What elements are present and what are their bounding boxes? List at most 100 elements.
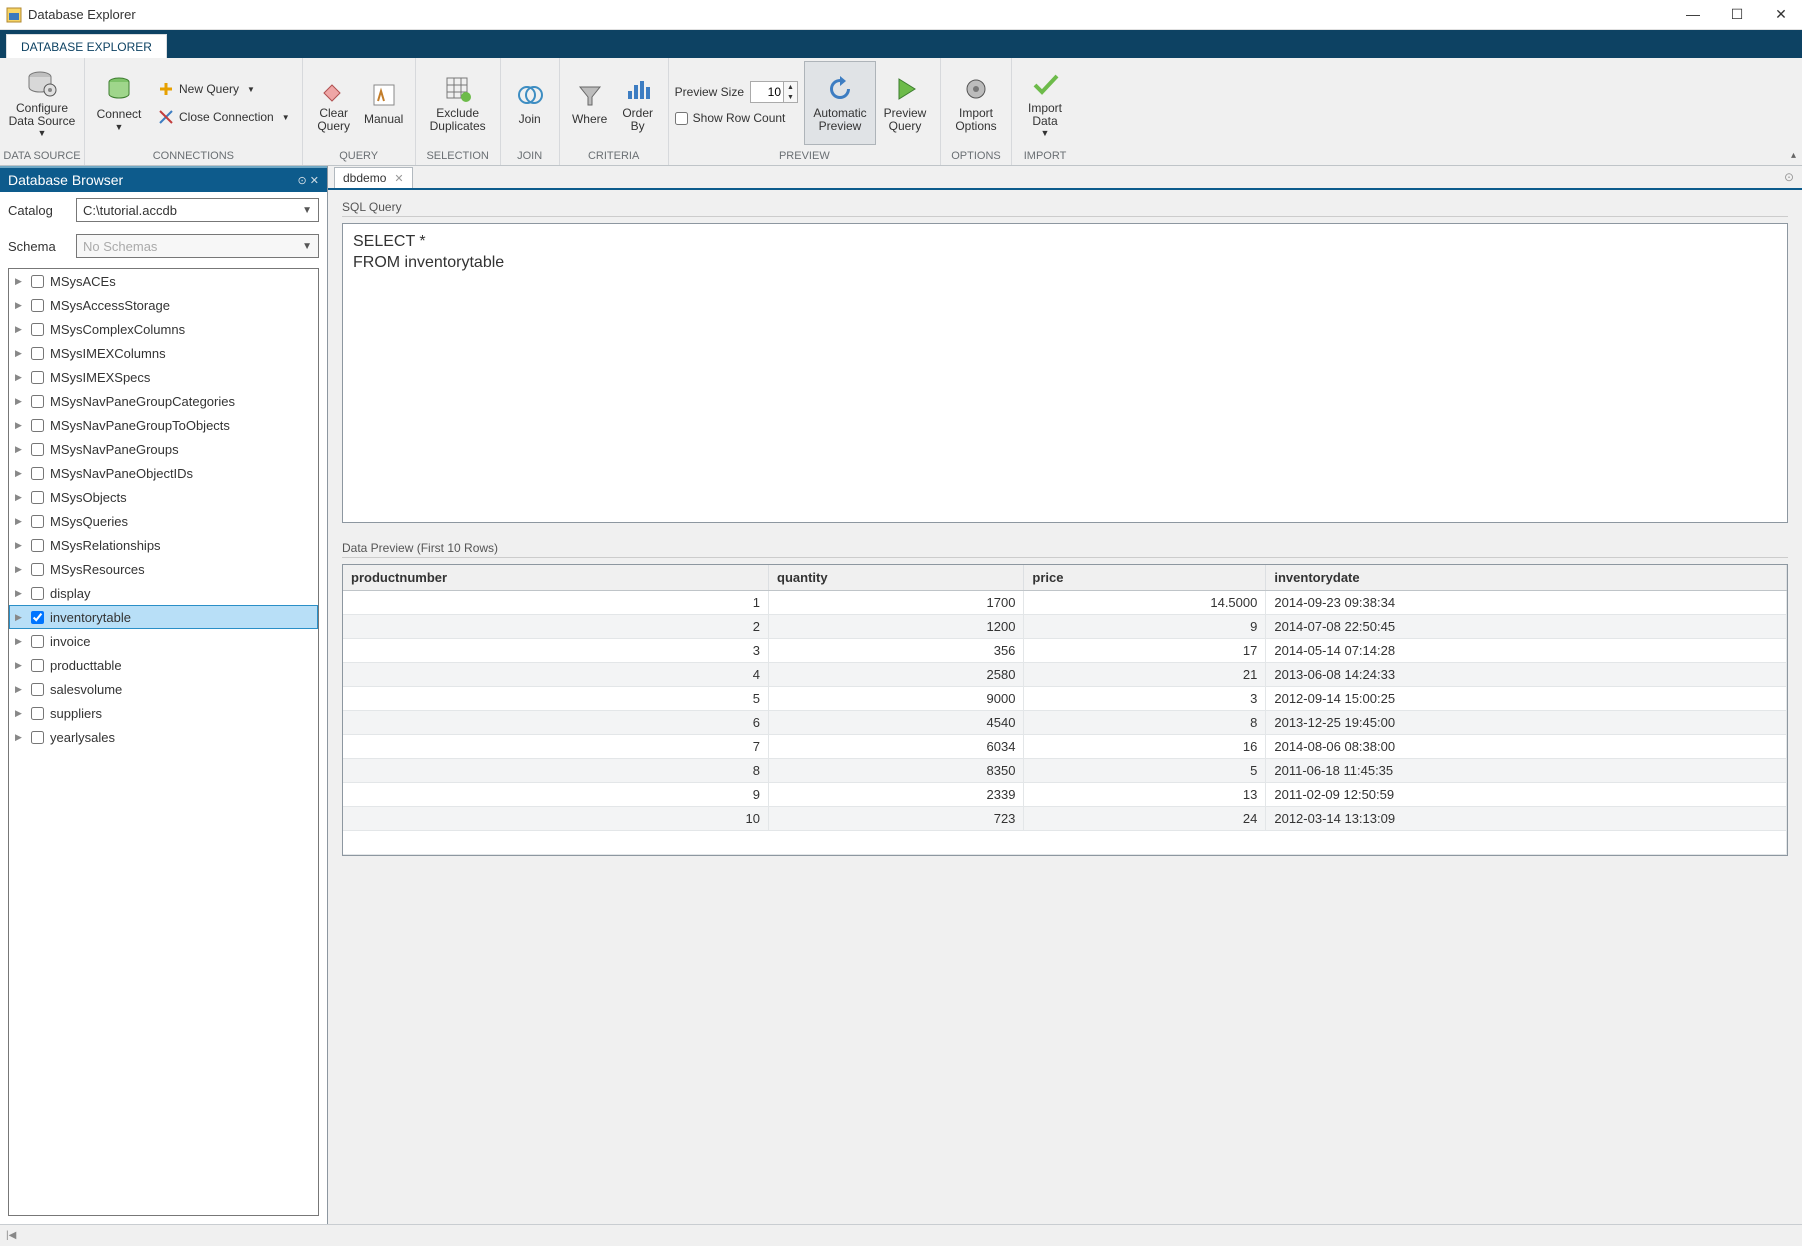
tab-options-icon[interactable]: ⊙ [1784,170,1794,184]
spinner-up-icon[interactable]: ▲ [784,82,797,92]
tree-item-checkbox[interactable] [31,371,44,384]
column-header-productnumber[interactable]: productnumber [343,565,769,591]
cell-inventorydate: 2011-02-09 12:50:59 [1266,783,1787,807]
close-connection-button[interactable]: Close Connection ▼ [151,105,296,129]
preview-query-button[interactable]: Preview Query [876,61,934,145]
tree-item-checkbox[interactable] [31,467,44,480]
tree-item-msysaces[interactable]: ▶MSysACEs [9,269,318,293]
tree-item-checkbox[interactable] [31,419,44,432]
show-row-count-checkbox[interactable]: Show Row Count [675,111,798,125]
tree-item-checkbox[interactable] [31,491,44,504]
tree-item-checkbox[interactable] [31,539,44,552]
table-row[interactable]: 10723242012-03-14 13:13:09 [343,807,1787,831]
tree-item-suppliers[interactable]: ▶suppliers [9,701,318,725]
tree-item-msysnavpanegroupcategories[interactable]: ▶ MSysNavPaneGroupCategories [9,389,318,413]
tree-item-checkbox[interactable] [31,563,44,576]
column-header-quantity[interactable]: quantity [769,565,1024,591]
connect-button[interactable]: Connect ▼ [91,61,147,145]
table-tree[interactable]: ▶MSysACEs▶MSysAccessStorage▶MSysComplexC… [8,268,319,1216]
sql-editor[interactable]: SELECT * FROM inventorytable [342,223,1788,523]
close-button[interactable]: ✕ [1768,6,1794,23]
tree-item-inventorytable[interactable]: ▶inventorytable [9,605,318,629]
chevron-right-icon: ▶ [15,396,25,407]
tree-item-label: salesvolume [50,682,122,697]
tree-item-checkbox[interactable] [31,275,44,288]
ribbon-tab-database-explorer[interactable]: DATABASE EXPLORER [6,34,167,59]
tree-item-display[interactable]: ▶display [9,581,318,605]
table-row[interactable]: 3356172014-05-14 07:14:28 [343,639,1787,663]
tree-item-checkbox[interactable] [31,347,44,360]
cell-productnumber: 4 [343,663,769,687]
tree-item-checkbox[interactable] [31,659,44,672]
tree-item-msysaccessstorage[interactable]: ▶MSysAccessStorage [9,293,318,317]
table-row[interactable]: 1170014.50002014-09-23 09:38:34 [343,591,1787,615]
table-row[interactable]: 6454082013-12-25 19:45:00 [343,711,1787,735]
new-query-button[interactable]: New Query ▼ [151,77,296,101]
tree-item-checkbox[interactable] [31,707,44,720]
tree-item-msysqueries[interactable]: ▶MSysQueries [9,509,318,533]
collapse-ribbon-icon[interactable]: ▴ [1791,150,1796,161]
tree-item-checkbox[interactable] [31,515,44,528]
tree-item-checkbox[interactable] [31,635,44,648]
table-row[interactable]: 42580212013-06-08 14:24:33 [343,663,1787,687]
tree-item-label: MSysQueries [50,514,128,529]
tree-item-msysobjects[interactable]: ▶MSysObjects [9,485,318,509]
tree-item-checkbox[interactable] [31,323,44,336]
eraser-icon [318,73,350,105]
tree-item-label: MSysAccessStorage [50,298,170,313]
import-options-button[interactable]: Import Options [947,61,1005,145]
tree-item-checkbox[interactable] [31,395,44,408]
first-page-icon[interactable]: |◀ [6,1230,16,1241]
catalog-combo[interactable]: C:\tutorial.accdb ▼ [76,198,319,222]
spinner-down-icon[interactable]: ▼ [784,92,797,102]
where-button[interactable]: Where [566,61,614,145]
table-row[interactable]: 5900032012-09-14 15:00:25 [343,687,1787,711]
automatic-preview-button[interactable]: Automatic Preview [804,61,876,145]
clear-query-button[interactable]: Clear Query [309,61,359,145]
tree-item-checkbox[interactable] [31,611,44,624]
tree-item-checkbox[interactable] [31,683,44,696]
tree-item-label: suppliers [50,706,102,721]
tree-item-msysimexcolumns[interactable]: ▶MSysIMEXColumns [9,341,318,365]
tree-item-msysrelationships[interactable]: ▶MSysRelationships [9,533,318,557]
data-preview-table[interactable]: productnumberquantitypriceinventorydate … [342,564,1788,856]
tree-item-msysresources[interactable]: ▶MSysResources [9,557,318,581]
table-row[interactable]: 76034162014-08-06 08:38:00 [343,735,1787,759]
maximize-button[interactable]: ☐ [1724,6,1750,23]
tree-item-yearlysales[interactable]: ▶yearlysales [9,725,318,749]
column-header-inventorydate[interactable]: inventorydate [1266,565,1787,591]
tree-item-label: invoice [50,634,90,649]
tree-item-msysimexspecs[interactable]: ▶MSysIMEXSpecs [9,365,318,389]
document-tab-dbdemo[interactable]: dbdemo ✕ [334,167,413,188]
tree-item-msysnavpanegrouptoobjects[interactable]: ▶MSysNavPaneGroupToObjects [9,413,318,437]
table-row[interactable]: 2120092014-07-08 22:50:45 [343,615,1787,639]
tree-item-msysnavpaneobjectids[interactable]: ▶MSysNavPaneObjectIDs [9,461,318,485]
cell-productnumber: 7 [343,735,769,759]
manual-button[interactable]: Manual [359,61,409,145]
tree-item-invoice[interactable]: ▶invoice [9,629,318,653]
browser-close-icon[interactable]: ⊙ ✕ [298,174,320,187]
exclude-duplicates-button[interactable]: Exclude Duplicates [422,61,494,145]
preview-size-spinner[interactable]: ▲▼ [750,81,798,103]
tree-item-checkbox[interactable] [31,587,44,600]
table-row[interactable]: 8835052011-06-18 11:45:35 [343,759,1787,783]
import-data-button[interactable]: Import Data ▼ [1018,61,1072,145]
tree-item-msyscomplexcolumns[interactable]: ▶MSysComplexColumns [9,317,318,341]
show-row-count-input[interactable] [675,112,688,125]
tree-item-checkbox[interactable] [31,299,44,312]
tree-item-checkbox[interactable] [31,731,44,744]
minimize-button[interactable]: ― [1680,6,1706,23]
tree-item-producttable[interactable]: ▶producttable [9,653,318,677]
order-by-button[interactable]: Order By [614,61,662,145]
tree-item-label: MSysNavPaneGroupCategories [50,394,235,409]
column-header-price[interactable]: price [1024,565,1266,591]
table-row[interactable]: 92339132011-02-09 12:50:59 [343,783,1787,807]
configure-data-source-button[interactable]: Configure Data Source ▼ [6,61,78,145]
tab-close-icon[interactable]: ✕ [394,172,403,185]
cell-productnumber: 3 [343,639,769,663]
tree-item-checkbox[interactable] [31,443,44,456]
preview-size-input[interactable] [750,81,784,103]
tree-item-msysnavpanegroups[interactable]: ▶MSysNavPaneGroups [9,437,318,461]
tree-item-salesvolume[interactable]: ▶salesvolume [9,677,318,701]
join-button[interactable]: Join [507,61,553,145]
